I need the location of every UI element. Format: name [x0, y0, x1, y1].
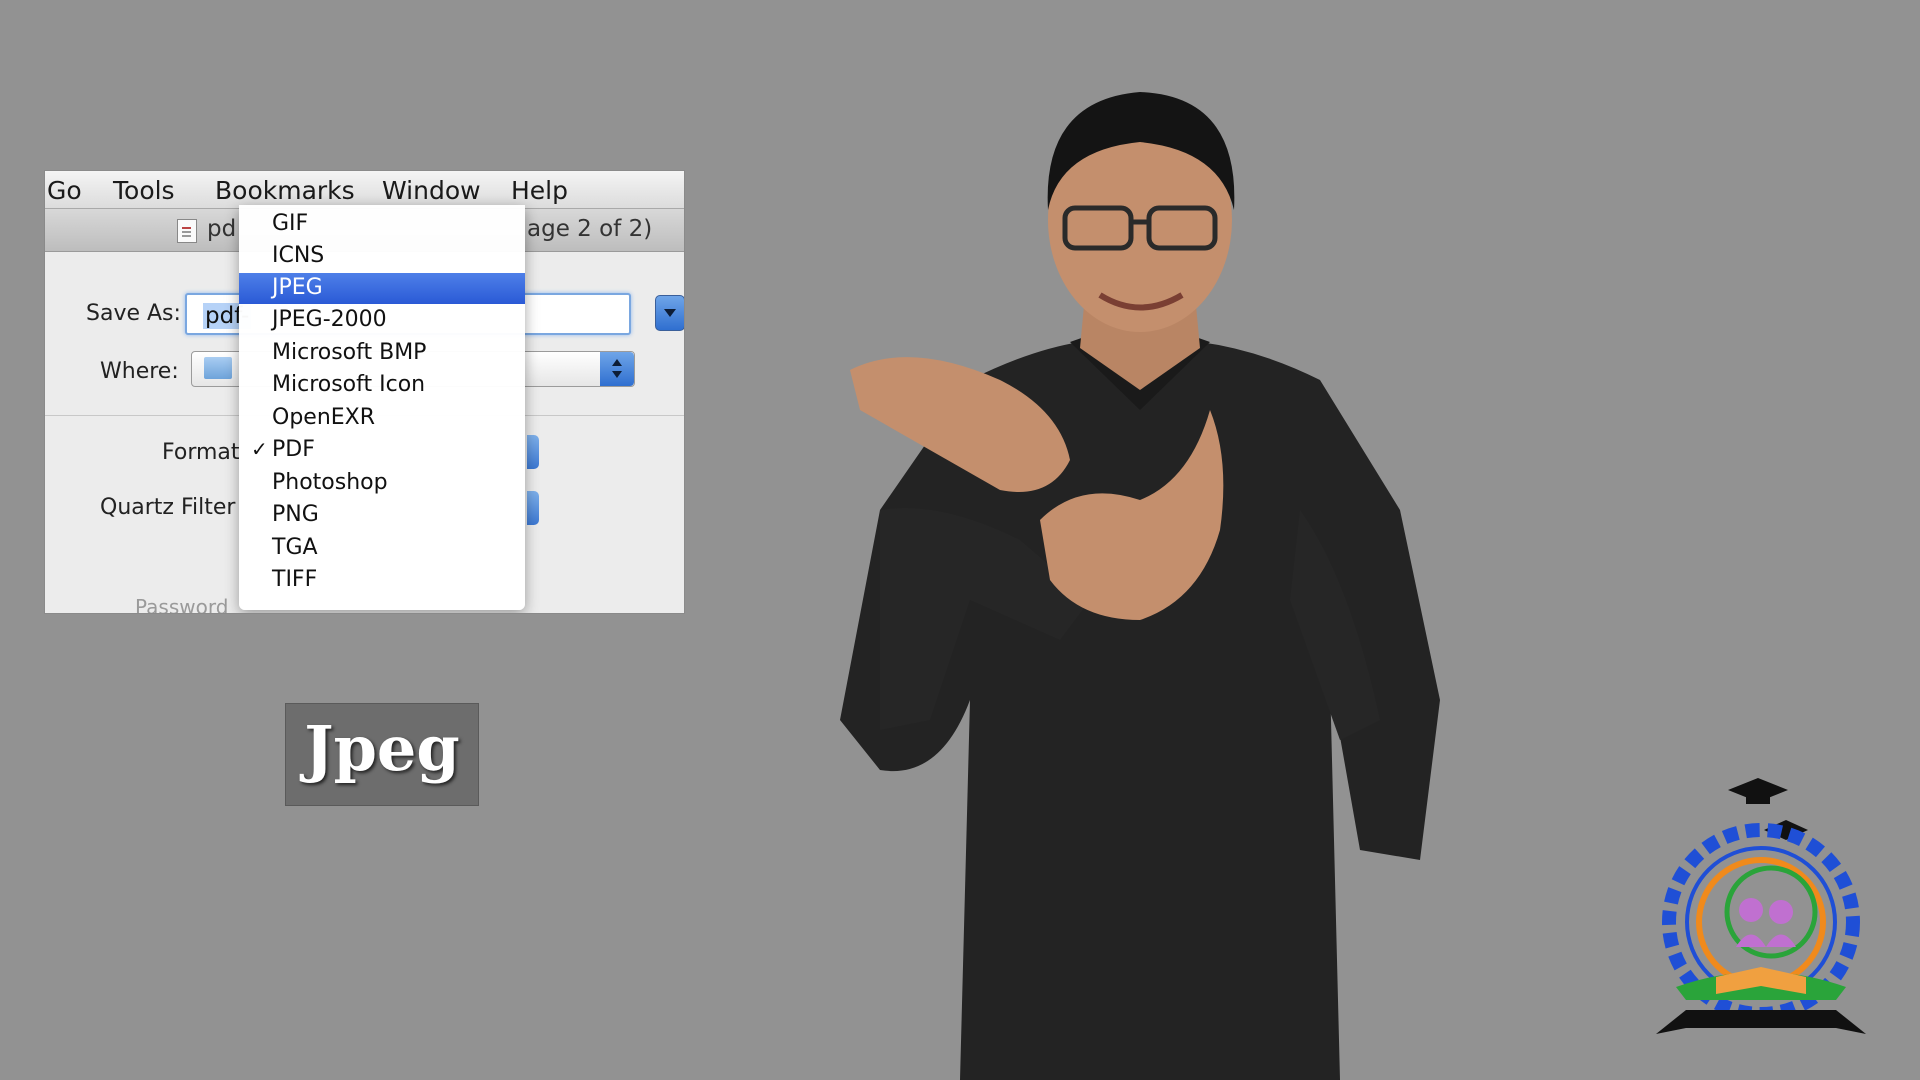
option-label: TGA — [272, 535, 318, 560]
institution-emblem — [1656, 778, 1866, 1034]
checkmark-icon: ✓ — [251, 437, 268, 461]
format-option-microsoft-bmp[interactable]: Microsoft BMP — [239, 338, 525, 369]
quartz-filter-label: Quartz Filter — [100, 495, 236, 520]
menu-bookmarks[interactable]: Bookmarks — [215, 176, 355, 205]
format-option-photoshop[interactable]: Photoshop — [239, 468, 525, 499]
format-dropdown-menu: GIF ICNS JPEG JPEG-2000 Microsoft BMP Mi… — [239, 205, 525, 610]
caption-text: Jpeg — [304, 712, 460, 785]
sign-caption: Jpeg — [285, 703, 479, 806]
option-label: PDF — [272, 437, 315, 462]
option-label: Microsoft Icon — [272, 372, 426, 397]
pdf-document-icon — [177, 219, 197, 243]
format-option-gif[interactable]: GIF — [239, 209, 525, 240]
option-label: PNG — [272, 502, 319, 527]
menu-bar: Go Tools Bookmarks Window Help — [45, 171, 684, 209]
format-option-microsoft-icon[interactable]: Microsoft Icon — [239, 370, 525, 401]
popup-stepper-icon — [600, 352, 634, 386]
format-popup-edge[interactable] — [527, 435, 539, 469]
expand-dialog-button[interactable] — [655, 295, 684, 331]
option-label: ICNS — [272, 243, 325, 268]
option-label: TIFF — [272, 567, 318, 592]
menu-window[interactable]: Window — [382, 176, 481, 205]
format-option-tga[interactable]: TGA — [239, 533, 525, 564]
chevron-down-icon — [664, 309, 676, 317]
save-dialog-screenshot: Go Tools Bookmarks Window Help pd age 2 … — [45, 171, 684, 613]
format-option-png[interactable]: PNG — [239, 500, 525, 531]
format-option-tiff[interactable]: TIFF — [239, 565, 525, 596]
password-label: Password — [135, 595, 229, 613]
quartz-filter-popup-edge[interactable] — [527, 491, 539, 525]
menu-help[interactable]: Help — [511, 176, 568, 205]
format-option-openexr[interactable]: OpenEXR — [239, 403, 525, 434]
option-label: Microsoft BMP — [272, 340, 427, 365]
where-label: Where: — [100, 359, 179, 384]
option-label: JPEG-2000 — [272, 307, 387, 332]
option-label: OpenEXR — [272, 405, 376, 430]
folder-icon — [204, 357, 232, 379]
option-label: JPEG — [272, 275, 323, 300]
presenter-figure — [840, 92, 1440, 1080]
menu-go[interactable]: Go — [47, 176, 82, 205]
option-label: GIF — [272, 211, 309, 236]
window-title-left: pd — [207, 216, 237, 242]
format-option-icns[interactable]: ICNS — [239, 241, 525, 272]
format-label: Format — [162, 440, 240, 465]
save-as-label: Save As: — [86, 301, 181, 326]
format-option-pdf[interactable]: ✓ PDF — [239, 435, 525, 466]
format-option-jpeg[interactable]: JPEG — [239, 273, 525, 304]
window-title-right: age 2 of 2) — [527, 216, 653, 242]
option-label: Photoshop — [272, 470, 388, 495]
format-option-jpeg-2000[interactable]: JPEG-2000 — [239, 305, 525, 336]
menu-tools[interactable]: Tools — [113, 176, 175, 205]
